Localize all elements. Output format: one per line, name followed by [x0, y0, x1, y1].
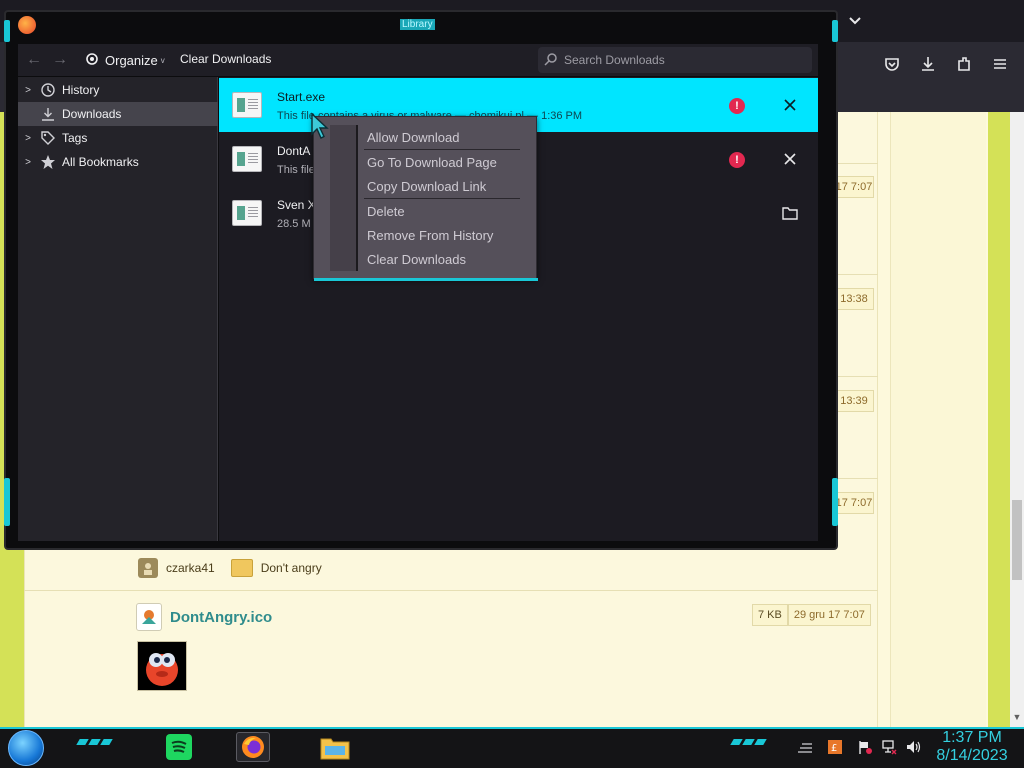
download-title: Start.exe: [277, 90, 326, 104]
username-link[interactable]: czarka41: [166, 561, 215, 575]
frame-decoration: [4, 20, 10, 42]
post-timestamp: 13:39: [834, 390, 874, 412]
menu-icon-gutter: [330, 125, 358, 271]
sidebar-item-label: All Bookmarks: [62, 155, 139, 169]
taskbar-decoration: [730, 739, 767, 745]
folder-link[interactable]: Don't angry: [261, 561, 322, 575]
scrollbar-thumb[interactable]: [1012, 500, 1022, 580]
tray-app-icon[interactable]: £: [826, 738, 844, 756]
post-author-row: czarka41 Don't angry: [138, 556, 322, 580]
tag-icon: [38, 129, 58, 147]
menu-item-remove-from-history[interactable]: Remove From History: [367, 224, 527, 246]
clear-downloads-button[interactable]: Clear Downloads: [180, 52, 271, 66]
file-icon: [232, 146, 262, 172]
spotify-app-icon[interactable]: [162, 732, 196, 762]
star-icon: [38, 153, 58, 171]
post-timestamp: 17 7:07: [834, 176, 874, 198]
download-status: 28.5 M: [277, 218, 311, 230]
clock-time: 1:37 PM: [942, 729, 1002, 746]
frame-decoration: [4, 478, 10, 526]
download-context-menu: Allow Download Go To Download Page Copy …: [313, 116, 538, 281]
sidebar-item-label: History: [62, 83, 100, 97]
menu-icon[interactable]: [988, 52, 1012, 76]
image-file-icon: [136, 603, 162, 631]
file-explorer-app-icon[interactable]: [318, 732, 352, 762]
download-icon: [38, 105, 58, 123]
exe-file-icon: [232, 92, 262, 118]
folder-icon: [230, 559, 253, 577]
open-folder-icon[interactable]: [779, 202, 801, 224]
network-icon[interactable]: [880, 738, 898, 756]
close-icon[interactable]: [779, 94, 801, 116]
extensions-icon[interactable]: [952, 52, 976, 76]
tray-expand-icon[interactable]: [796, 738, 814, 756]
sidebar-item-downloads[interactable]: Downloads: [18, 102, 218, 126]
frame-decoration: [832, 20, 838, 42]
expand-arrow-icon[interactable]: >: [18, 157, 38, 168]
mouse-cursor-icon: [309, 112, 335, 140]
scroll-down-icon[interactable]: ▼: [1010, 712, 1024, 724]
organize-label: Organize: [105, 52, 158, 68]
svg-text:£: £: [831, 743, 837, 754]
post-timestamp: 17 7:07: [834, 492, 874, 514]
downloads-icon[interactable]: [916, 52, 940, 76]
taskbar-decoration: [76, 739, 113, 745]
menu-item-clear-downloads[interactable]: Clear Downloads: [367, 248, 527, 270]
menu-separator: [364, 198, 520, 199]
download-title: DontA: [277, 144, 311, 158]
sidebar-item-label: Downloads: [62, 107, 122, 121]
window-title: Library: [400, 19, 435, 30]
clock-icon: [38, 81, 58, 99]
post-separator: [24, 590, 878, 591]
organize-menu-button[interactable]: Organize v: [84, 49, 165, 71]
start-button[interactable]: [8, 730, 44, 766]
frame-decoration: [832, 478, 838, 526]
firefox-app-icon[interactable]: [236, 732, 270, 762]
pocket-icon[interactable]: [880, 52, 904, 76]
expand-arrow-icon[interactable]: >: [18, 133, 38, 144]
dropdown-caret-icon: v: [160, 55, 165, 65]
firefox-logo-icon: [18, 16, 36, 34]
close-icon[interactable]: [779, 148, 801, 170]
menu-separator: [364, 149, 520, 150]
gear-icon: [84, 51, 100, 70]
sidebar-item-tags[interactable]: > Tags: [18, 126, 218, 150]
search-icon: [544, 52, 558, 69]
clock-date: 8/14/2023: [936, 747, 1008, 764]
chevron-down-icon[interactable]: [845, 10, 865, 30]
forward-arrow-icon[interactable]: →: [50, 50, 70, 70]
menu-item-copy-download-link[interactable]: Copy Download Link: [367, 175, 527, 197]
sidebar-item-all-bookmarks[interactable]: > All Bookmarks: [18, 150, 218, 174]
file-meta: 7 KB 29 gru 17 7:07: [752, 604, 871, 626]
search-placeholder: Search Downloads: [564, 53, 665, 67]
system-clock[interactable]: 1:37 PM 8/14/2023: [924, 729, 1020, 765]
back-arrow-icon[interactable]: ←: [24, 50, 44, 70]
menu-item-delete[interactable]: Delete: [367, 200, 527, 222]
post-timestamp: 13:38: [834, 288, 874, 310]
user-avatar-icon: [138, 558, 158, 578]
page-side-column: [890, 112, 986, 727]
file-size: 7 KB: [752, 604, 788, 626]
sidebar-item-history[interactable]: > History: [18, 78, 218, 102]
file-date: 29 gru 17 7:07: [787, 604, 871, 626]
action-center-flag-icon[interactable]: [856, 738, 874, 756]
expand-arrow-icon[interactable]: >: [18, 85, 38, 96]
sidebar-item-label: Tags: [62, 131, 88, 145]
search-downloads-input[interactable]: Search Downloads: [538, 47, 812, 73]
page-scrollbar[interactable]: [1010, 112, 1024, 727]
file-name-link[interactable]: DontAngry.ico: [170, 609, 272, 626]
file-icon: [232, 200, 262, 226]
volume-icon[interactable]: [904, 738, 922, 756]
warning-icon: !: [729, 152, 745, 168]
warning-icon: !: [729, 98, 745, 114]
download-title: Sven X: [277, 198, 316, 212]
menu-item-allow-download[interactable]: Allow Download: [367, 126, 527, 148]
menu-item-go-to-download-page[interactable]: Go To Download Page: [367, 151, 527, 173]
file-thumbnail[interactable]: [137, 641, 187, 691]
